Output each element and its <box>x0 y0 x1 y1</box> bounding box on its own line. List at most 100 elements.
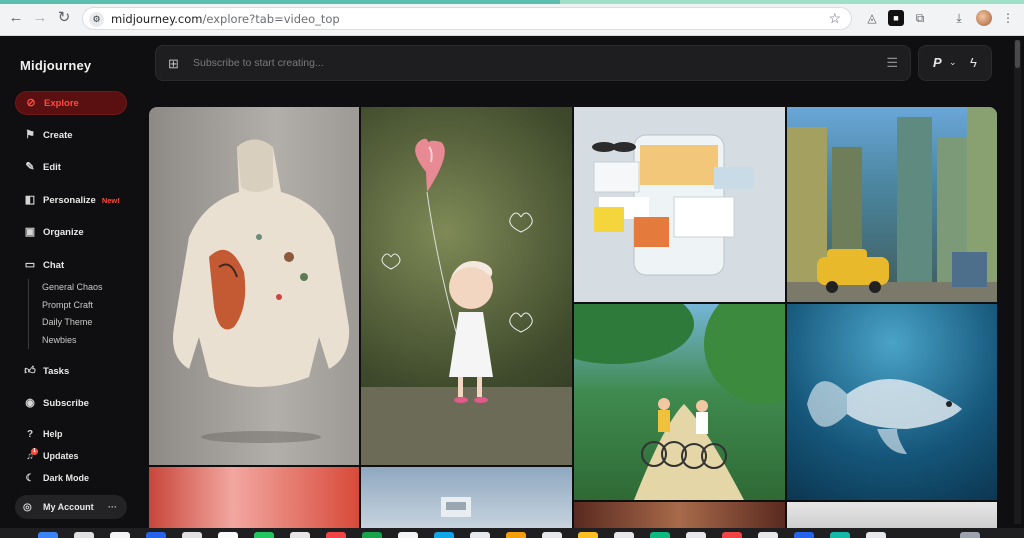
dock-app-icon[interactable] <box>362 532 382 538</box>
chat-icon: ▭ <box>24 259 36 271</box>
help-link[interactable]: ? Help <box>15 424 127 444</box>
chat-channel-general-chaos[interactable]: General Chaos <box>42 279 103 297</box>
dock-app-icon[interactable] <box>38 532 58 538</box>
grid-image-fish[interactable] <box>787 304 997 500</box>
nav-label: Edit <box>43 161 61 173</box>
brand-logo[interactable]: Midjourney <box>20 58 91 73</box>
nav-chat[interactable]: ▭ Chat <box>15 253 127 277</box>
moon-icon: ☾ <box>25 472 35 484</box>
dock-app-icon[interactable] <box>74 532 94 538</box>
browser-toolbar: ← → ↻ ⚙ midjourney.com/explore?tab=video… <box>0 0 1024 36</box>
version-selector[interactable]: P ⌄ ϟ <box>918 45 992 81</box>
dock-app-icon[interactable] <box>398 532 418 538</box>
back-arrow-icon[interactable]: ← <box>6 8 26 28</box>
chat-channel-list: General Chaos Prompt Craft Daily Theme N… <box>28 279 103 349</box>
phone-ui-art <box>592 134 754 276</box>
dock-app-icon[interactable] <box>686 532 706 538</box>
dock-app-icon[interactable] <box>110 532 130 538</box>
nav-label: Chat <box>43 259 65 271</box>
puzzle-icon[interactable]: ⧉ <box>912 10 928 26</box>
grid-image-city[interactable] <box>787 107 997 302</box>
dock-app-icon[interactable] <box>866 532 886 538</box>
dock-app-icon[interactable] <box>290 532 310 538</box>
new-badge: New! <box>101 195 120 205</box>
dock-app-icon[interactable] <box>722 532 742 538</box>
dark-mode-label: Dark Mode <box>43 473 90 483</box>
dock-app-icon[interactable] <box>182 532 202 538</box>
settings-sliders-icon[interactable]: ☰ <box>886 55 898 71</box>
dock-app-icon[interactable] <box>650 532 670 538</box>
forward-arrow-icon[interactable]: → <box>30 8 50 28</box>
updates-link[interactable]: ♫ 1 Updates <box>15 446 127 466</box>
app-root: Midjourney ⊘ Explore ⚑ Create ✎ Edit ◧ P… <box>0 36 1024 528</box>
grid-image-white[interactable] <box>787 502 997 528</box>
grid-image-hoodie[interactable] <box>149 107 359 465</box>
tab-strip-accent-active <box>560 0 1024 4</box>
subscribe-icon: ◉ <box>25 397 35 409</box>
prompt-bar[interactable]: ⊞ Subscribe to start creating... ☰ <box>155 45 911 81</box>
nav-edit[interactable]: ✎ Edit <box>15 155 127 179</box>
page-scrollbar[interactable] <box>1014 40 1021 524</box>
dock-app-icon[interactable] <box>960 532 980 538</box>
explore-grid <box>149 107 997 528</box>
bolt-icon[interactable]: ϟ <box>970 55 977 70</box>
download-icon[interactable]: ⤓ <box>951 10 967 26</box>
dark-mode-toggle[interactable]: ☾ Dark Mode <box>15 468 127 488</box>
url-text[interactable]: midjourney.com/explore?tab=video_top <box>111 12 340 26</box>
grid-image-balloon-girl[interactable] <box>361 107 572 465</box>
nav-subscribe[interactable]: ◉ Subscribe <box>15 391 127 415</box>
nav-label: Subscribe <box>43 397 89 409</box>
dock-app-icon[interactable] <box>758 532 778 538</box>
nav-explore[interactable]: ⊘ Explore <box>15 91 127 115</box>
bikers-art <box>574 304 785 500</box>
extension-dark-icon[interactable]: ■ <box>888 10 904 26</box>
account-menu[interactable]: ◎ My Account ··· <box>15 495 127 519</box>
scrollbar-thumb[interactable] <box>1015 40 1020 68</box>
edit-icon: ✎ <box>25 161 35 173</box>
image-icon: ▣ <box>24 226 36 238</box>
bookmark-star-icon[interactable]: ☆ <box>828 10 841 27</box>
nav-create[interactable]: ⚑ Create <box>15 123 127 147</box>
chat-channel-newbies[interactable]: Newbies <box>42 332 103 350</box>
grid-image-phone-ui[interactable] <box>574 107 785 302</box>
reload-icon[interactable]: ↻ <box>54 8 74 28</box>
dock-app-icon[interactable] <box>146 532 166 538</box>
menu-kebab-icon[interactable]: ⋮ <box>1000 10 1016 26</box>
nav-label: Create <box>43 129 73 141</box>
personalize-icon: ◧ <box>24 194 36 206</box>
prompt-placeholder[interactable]: Subscribe to start creating... <box>193 57 324 69</box>
dock-app-icon[interactable] <box>794 532 814 538</box>
dock-app-icon[interactable] <box>254 532 274 538</box>
dock-app-icon[interactable] <box>542 532 562 538</box>
dock-app-icon[interactable] <box>578 532 598 538</box>
dock-app-icon[interactable] <box>218 532 238 538</box>
grid-image-branches[interactable] <box>574 502 785 528</box>
chat-channel-prompt-craft[interactable]: Prompt Craft <box>42 297 103 315</box>
grid-image-machine[interactable] <box>361 467 572 528</box>
help-label: Help <box>43 429 63 439</box>
hoodie-art <box>173 139 350 443</box>
dock-app-icon[interactable] <box>506 532 526 538</box>
dock-app-icon[interactable] <box>830 532 850 538</box>
dock-app-icon[interactable] <box>614 532 634 538</box>
grid-image-bikers[interactable] <box>574 304 785 500</box>
address-bar[interactable]: ⚙ midjourney.com/explore?tab=video_top ☆ <box>82 7 852 30</box>
grid-image-petals[interactable] <box>149 467 359 528</box>
fish-art <box>807 379 962 454</box>
version-label: P <box>933 55 942 70</box>
more-options-icon[interactable]: ··· <box>108 502 117 512</box>
dock-app-icon[interactable] <box>326 532 346 538</box>
nav-organize[interactable]: ▣ Organize <box>15 220 127 244</box>
compass-icon: ⊘ <box>26 97 36 109</box>
sidebar: Midjourney ⊘ Explore ⚑ Create ✎ Edit ◧ P… <box>0 36 140 528</box>
dock-app-icon[interactable] <box>470 532 490 538</box>
nav-tasks[interactable]: 👍︎ Tasks <box>15 359 127 383</box>
extension-icon[interactable]: ◬ <box>864 10 880 26</box>
profile-avatar[interactable] <box>976 10 992 26</box>
nav-label: Organize <box>43 226 84 238</box>
chat-channel-daily-theme[interactable]: Daily Theme <box>42 314 103 332</box>
nav-personalize[interactable]: ◧ Personalize New! <box>15 188 127 212</box>
add-image-icon[interactable]: ⊞ <box>168 56 179 72</box>
site-info-icon[interactable]: ⚙ <box>89 12 104 27</box>
dock-app-icon[interactable] <box>434 532 454 538</box>
